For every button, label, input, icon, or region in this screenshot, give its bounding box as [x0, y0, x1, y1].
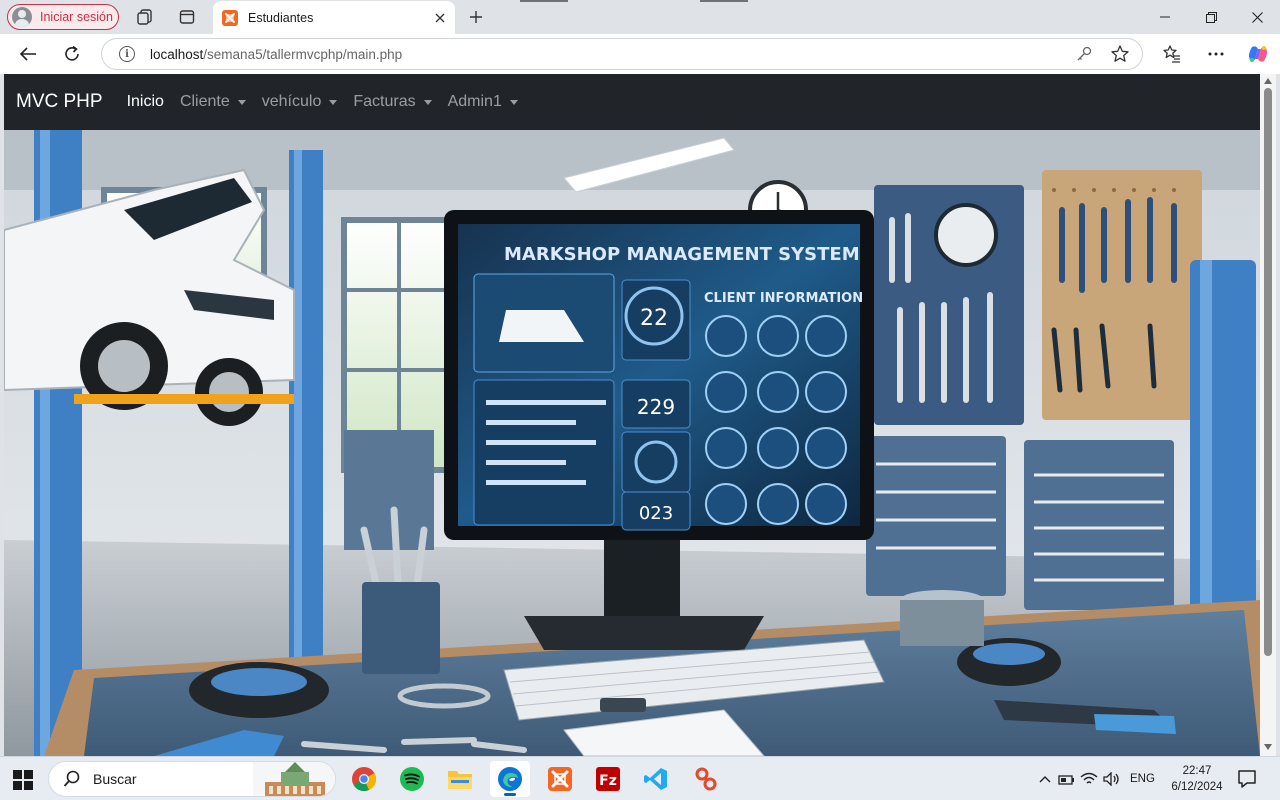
nav-admin-dropdown[interactable]: Admin1 [440, 93, 526, 111]
screen-gauge-2: 229 [637, 395, 675, 419]
avatar [12, 7, 32, 27]
vscode-icon[interactable] [636, 761, 676, 797]
page-scrollbar[interactable] [1260, 74, 1276, 756]
svg-text:Fz: Fz [599, 773, 617, 789]
nav-label: Facturas [353, 93, 416, 110]
navbar-brand[interactable]: MVC PHP [16, 91, 103, 113]
screen-subtitle: CLIENT INFORMATION [704, 291, 863, 306]
workspaces-icon[interactable] [135, 7, 155, 27]
close-window-icon[interactable] [1234, 0, 1280, 34]
chrome-icon[interactable] [344, 761, 384, 797]
url-path: /semana5/tallermvcphp/main.php [203, 46, 403, 62]
spotify-icon[interactable] [392, 761, 432, 797]
password-key-icon[interactable] [1070, 40, 1098, 68]
taskbar-search[interactable]: Buscar [48, 761, 336, 797]
caret-down-icon [423, 100, 432, 105]
caret-down-icon [509, 100, 518, 105]
clock-date: 6/12/2024 [1171, 781, 1223, 793]
browser-tab-strip: Iniciar sesión Estudiantes [0, 0, 1280, 34]
top-navbar: MVC PHP Inicio Cliente vehículo Facturas… [4, 74, 1260, 130]
nav-vehiculo-dropdown[interactable]: vehículo [254, 93, 346, 111]
scroll-thumb[interactable] [1264, 88, 1272, 656]
screen-gauge-1: 22 [640, 306, 668, 331]
page-viewport: MVC PHP Inicio Cliente vehículo Facturas… [4, 74, 1260, 756]
filezilla-icon[interactable]: Fz [588, 761, 628, 797]
search-label: Buscar [93, 771, 137, 787]
minimize-icon[interactable] [1142, 0, 1188, 34]
nav-label: Cliente [179, 93, 230, 110]
windows-start-icon[interactable] [12, 769, 34, 791]
restore-icon[interactable] [1188, 0, 1234, 34]
nav-cliente-dropdown[interactable]: Cliente [172, 93, 254, 111]
favorites-list-icon[interactable] [1158, 40, 1186, 68]
file-explorer-icon[interactable] [440, 761, 480, 797]
search-highlight-image [253, 762, 335, 796]
new-tab-button[interactable] [464, 5, 488, 29]
scroll-up-icon[interactable] [1263, 76, 1273, 86]
url-host: localhost [150, 46, 204, 62]
window-drag-hint [700, 0, 748, 2]
xampp-icon[interactable] [540, 761, 580, 797]
back-arrow-icon[interactable] [14, 40, 42, 68]
copilot-icon[interactable] [1244, 40, 1272, 68]
nav-inicio[interactable]: Inicio [119, 93, 172, 111]
caret-down-icon [237, 100, 246, 105]
tab-estudiantes[interactable]: Estudiantes [213, 1, 455, 34]
volume-icon[interactable] [1100, 768, 1122, 790]
git-tool-icon[interactable] [686, 761, 726, 797]
scroll-down-icon[interactable] [1263, 742, 1273, 752]
screen-gauge-3: 023 [639, 503, 673, 524]
screen-title: MARKSHOP MANAGEMENT SYSTEM [504, 244, 860, 265]
browser-toolbar: i localhost/semana5/tallermvcphp/main.ph… [0, 34, 1280, 74]
window-drag-hint [520, 0, 568, 2]
url-text[interactable]: localhost/semana5/tallermvcphp/main.php [150, 47, 1070, 62]
vertical-tabs-icon[interactable] [177, 7, 197, 27]
taskbar-clock[interactable]: 22:47 6/12/2024 [1162, 763, 1232, 795]
reload-icon[interactable] [58, 40, 86, 68]
profile-button[interactable]: Iniciar sesión [7, 4, 119, 30]
search-icon [63, 770, 80, 787]
battery-icon[interactable] [1056, 768, 1078, 790]
nav-facturas-dropdown[interactable]: Facturas [345, 93, 439, 111]
nav-label: vehículo [261, 93, 322, 110]
chevron-up-icon[interactable] [1034, 768, 1056, 790]
wifi-icon[interactable] [1078, 768, 1100, 790]
nav-label: Admin1 [447, 93, 502, 110]
favorite-star-icon[interactable] [1106, 40, 1134, 68]
close-tab-icon[interactable] [428, 6, 452, 30]
clock-time: 22:47 [1182, 765, 1212, 777]
hero-workshop-image: MARKSHOP MANAGEMENT SYSTEM CLIENT INFORM… [4, 130, 1260, 756]
edge-icon[interactable] [490, 761, 530, 797]
xampp-favicon-icon [222, 9, 238, 26]
system-tray: ENG [1034, 757, 1155, 800]
more-options-icon[interactable] [1202, 40, 1230, 68]
site-info-icon[interactable]: i [119, 46, 135, 62]
caret-down-icon [329, 100, 338, 105]
profile-label: Iniciar sesión [40, 10, 113, 24]
tab-title: Estudiantes [248, 10, 314, 25]
address-bar[interactable]: i localhost/semana5/tallermvcphp/main.ph… [101, 38, 1143, 70]
nav-label: Inicio [126, 93, 164, 110]
windows-taskbar: Buscar Fz ENG 22:47 6/12/2024 [0, 756, 1280, 800]
input-language[interactable]: ENG [1130, 773, 1155, 785]
notifications-icon[interactable] [1236, 768, 1258, 790]
